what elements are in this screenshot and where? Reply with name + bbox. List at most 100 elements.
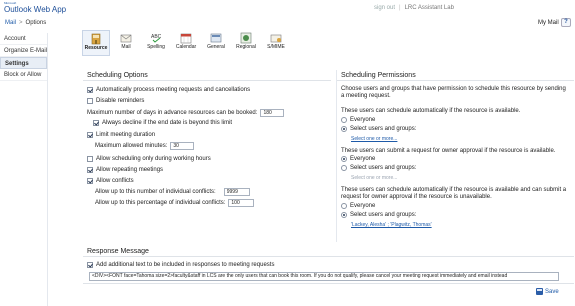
svg-text:ABC: ABC xyxy=(151,34,162,40)
always-decline-row: Always decline if the end date is beyond… xyxy=(93,120,232,126)
tab-mail[interactable]: Mail xyxy=(112,30,140,56)
auto-select-link[interactable]: Select one or more... xyxy=(351,136,397,142)
conflicts-number-label: Allow up to this number of individual co… xyxy=(95,189,216,195)
response-message-panel: Response Message Add additional text to … xyxy=(83,246,574,306)
conflicts-percent-input[interactable]: 100 xyxy=(228,199,255,207)
max-days-row: Maximum number of days in advance resour… xyxy=(87,109,285,117)
approval-select-row: Select users and groups: xyxy=(341,165,416,171)
scheduling-permissions-panel: Scheduling Permissions Choose users and … xyxy=(336,70,574,242)
tab-general[interactable]: General xyxy=(202,30,230,56)
auto-process-label: Automatically process meeting requests a… xyxy=(96,87,251,93)
tab-regional-label: Regional xyxy=(236,44,256,50)
max-minutes-label: Maximum allowed minutes: xyxy=(95,143,168,149)
limit-duration-checkbox[interactable] xyxy=(87,132,93,138)
approval-everyone-row: Everyone xyxy=(341,156,375,162)
spelling-icon: ABC xyxy=(150,32,162,44)
conflicts-number-input[interactable]: 9999 xyxy=(223,188,250,196)
approval-everyone-label: Everyone xyxy=(350,156,376,162)
auto-everyone-label: Everyone xyxy=(350,117,376,123)
approval-everyone-radio[interactable] xyxy=(341,156,347,162)
sidebar: Account Organize E-Mail Settings Block o… xyxy=(0,33,48,306)
conflicts-number-row: Allow up to this number of individual co… xyxy=(95,188,250,196)
selected-users-text[interactable]: 'Lackey, Alesha' ; 'Plagwitz, Thomas' xyxy=(351,222,432,228)
scheduling-permissions-title: Scheduling Permissions xyxy=(337,70,574,81)
tab-resource[interactable]: Resource xyxy=(82,30,110,56)
add-text-row: Add additional text to be included in re… xyxy=(87,262,274,268)
breadcrumb: Mail > Options xyxy=(5,20,46,26)
auto-everyone-row: Everyone xyxy=(341,117,375,123)
breadcrumb-options: Options xyxy=(25,20,47,26)
add-text-checkbox[interactable] xyxy=(87,262,93,268)
save-label: Save xyxy=(545,288,559,295)
breadcrumb-bar: Mail > Options My Mail ? xyxy=(0,17,575,30)
sidebar-item-block-or-allow[interactable]: Block or Allow xyxy=(0,69,47,81)
approval-select-link[interactable]: Select one or more... xyxy=(351,175,397,181)
chevron-right-icon: > xyxy=(19,20,23,26)
auto-process-row: Automatically process meeting requests a… xyxy=(87,87,250,93)
top-bar: Microsoft Outlook Web App sign out | LRC A… xyxy=(0,0,575,18)
resource-icon xyxy=(90,33,102,45)
auto-select-label: Select users and groups: xyxy=(350,126,417,132)
save-icon xyxy=(536,288,543,295)
unavailable-select-label: Select users and groups: xyxy=(350,212,417,218)
auto-process-checkbox[interactable] xyxy=(87,87,93,93)
auto-select-row: Select users and groups: xyxy=(341,126,416,132)
max-minutes-input[interactable]: 30 xyxy=(170,142,195,150)
always-decline-checkbox[interactable] xyxy=(93,120,99,126)
sidebar-item-account[interactable]: Account xyxy=(0,33,47,45)
permissions-intro: Choose users and groups that have permis… xyxy=(341,86,566,99)
general-icon xyxy=(210,32,222,44)
tab-spelling[interactable]: ABC Spelling xyxy=(142,30,170,56)
allow-repeating-label: Allow repeating meetings xyxy=(96,167,164,173)
approval-select-radio[interactable] xyxy=(341,165,347,171)
max-minutes-row: Maximum allowed minutes: 30 xyxy=(95,142,195,150)
working-hours-row: Allow scheduling only during working hou… xyxy=(87,156,211,162)
allow-conflicts-checkbox[interactable] xyxy=(87,178,93,184)
allow-repeating-row: Allow repeating meetings xyxy=(87,167,163,173)
top-right: sign out | LRC Assistant Lab xyxy=(374,5,454,11)
tab-general-label: General xyxy=(207,44,225,50)
always-decline-label: Always decline if the end date is beyond… xyxy=(102,120,233,126)
brand-main: Outlook Web App xyxy=(4,5,67,14)
scheduling-options-title: Scheduling Options xyxy=(83,70,331,81)
max-days-input[interactable]: 180 xyxy=(260,109,285,117)
tab-regional[interactable]: Regional xyxy=(232,30,260,56)
breadcrumb-mail[interactable]: Mail xyxy=(5,20,16,26)
approval-label: These users can submit a request for own… xyxy=(341,148,556,154)
disable-reminders-checkbox[interactable] xyxy=(87,98,93,104)
tab-mail-label: Mail xyxy=(121,44,131,50)
selected-users[interactable]: 'Lackey, Alesha' ; 'Plagwitz, Thomas' xyxy=(351,222,432,228)
save-button[interactable]: Save xyxy=(536,288,559,295)
allow-repeating-checkbox[interactable] xyxy=(87,167,93,173)
tab-spelling-label: Spelling xyxy=(147,44,165,50)
unavailable-select-row: Select users and groups: xyxy=(341,212,416,218)
help-button[interactable]: ? xyxy=(561,18,571,27)
response-message-input[interactable]: <DIV><FONT face=Tahoma size=2>faculty&st… xyxy=(89,272,559,281)
tab-smime[interactable]: S/MIME xyxy=(262,30,290,56)
auto-schedule-label: These users can schedule automatically i… xyxy=(341,108,521,114)
limit-duration-row: Limit meeting duration xyxy=(87,132,155,138)
working-hours-checkbox[interactable] xyxy=(87,156,93,162)
disable-reminders-row: Disable reminders xyxy=(87,98,144,104)
tab-resource-label: Resource xyxy=(84,45,108,51)
allow-conflicts-row: Allow conflicts xyxy=(87,178,134,184)
brand-logo: Microsoft Outlook Web App xyxy=(4,2,67,15)
unavailable-select-radio[interactable] xyxy=(341,212,347,218)
sign-out-link[interactable]: sign out xyxy=(374,5,395,11)
approval-select-label: Select users and groups: xyxy=(350,165,417,171)
auto-select-radio[interactable] xyxy=(341,126,347,132)
tab-calendar[interactable]: Calendar xyxy=(172,30,200,56)
scheduling-options-panel: Scheduling Options Automatically process… xyxy=(83,70,331,242)
max-days-label: Maximum number of days in advance resour… xyxy=(87,110,258,116)
divider xyxy=(83,283,574,284)
my-mail-link[interactable]: My Mail xyxy=(538,20,559,26)
unavailable-everyone-radio[interactable] xyxy=(341,203,347,209)
sidebar-item-settings[interactable]: Settings xyxy=(0,57,47,69)
sidebar-item-organize-email[interactable]: Organize E-Mail xyxy=(0,45,47,57)
conflicts-percent-label: Allow up to this percentage of individua… xyxy=(95,200,226,206)
auto-everyone-radio[interactable] xyxy=(341,117,347,123)
working-hours-label: Allow scheduling only during working hou… xyxy=(96,156,211,162)
tab-calendar-label: Calendar xyxy=(175,44,197,50)
response-message-title: Response Message xyxy=(83,246,574,257)
regional-icon xyxy=(240,32,252,44)
